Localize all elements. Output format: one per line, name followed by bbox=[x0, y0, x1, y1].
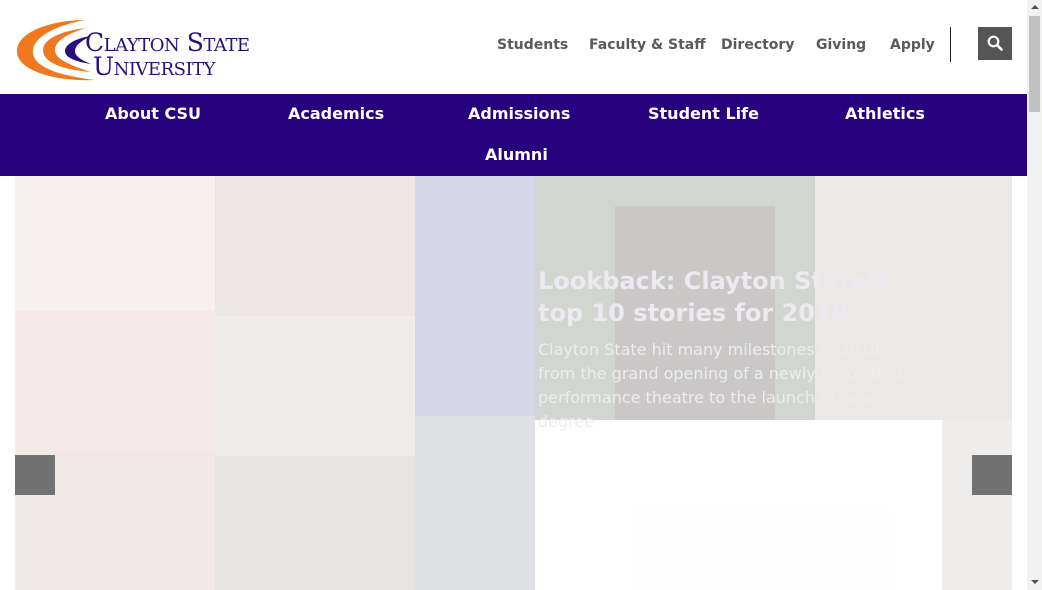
scrollbar-thumb[interactable] bbox=[1029, 16, 1040, 112]
search-icon bbox=[987, 35, 1003, 51]
hero-summary: Clayton State hit many milestones in 201… bbox=[538, 340, 903, 431]
nav-item-alumni[interactable]: Alumni bbox=[485, 145, 548, 165]
nav-item-athletics[interactable]: Athletics bbox=[845, 104, 925, 124]
utility-link-apply[interactable]: Apply bbox=[890, 36, 935, 54]
utility-divider bbox=[950, 27, 951, 62]
university-logo[interactable]: Clayton State University bbox=[15, 16, 267, 82]
carousel-prev-button[interactable] bbox=[15, 455, 55, 495]
main-nav: About CSU Academics Admissions Student L… bbox=[0, 94, 1027, 176]
logo-text-line2: University bbox=[93, 52, 215, 81]
swoosh-icon bbox=[16, 20, 95, 81]
utility-link-faculty-staff[interactable]: Faculty & Staff bbox=[589, 36, 706, 54]
chevron-left-icon bbox=[15, 455, 55, 495]
page-scrollbar[interactable] bbox=[1027, 0, 1042, 590]
site-header: Clayton State University Students Facult… bbox=[0, 0, 1027, 94]
nav-item-student-life[interactable]: Student Life bbox=[648, 104, 759, 124]
carousel-next-button[interactable] bbox=[972, 455, 1012, 495]
nav-item-admissions[interactable]: Admissions bbox=[468, 104, 570, 124]
chevron-right-icon bbox=[972, 455, 1012, 495]
search-button[interactable] bbox=[978, 27, 1012, 60]
utility-link-giving[interactable]: Giving bbox=[816, 36, 866, 54]
nav-item-academics[interactable]: Academics bbox=[288, 104, 384, 124]
page: Clayton State University Students Facult… bbox=[0, 0, 1042, 590]
utility-link-directory[interactable]: Directory bbox=[721, 36, 794, 54]
scroll-up-arrow-icon[interactable] bbox=[1027, 0, 1042, 15]
utility-link-students[interactable]: Students bbox=[497, 36, 568, 54]
hero-headline[interactable]: Lookback: Clayton State's top 10 stories… bbox=[538, 265, 918, 329]
scroll-down-arrow-icon[interactable] bbox=[1027, 575, 1042, 590]
nav-item-about-csu[interactable]: About CSU bbox=[105, 104, 201, 124]
